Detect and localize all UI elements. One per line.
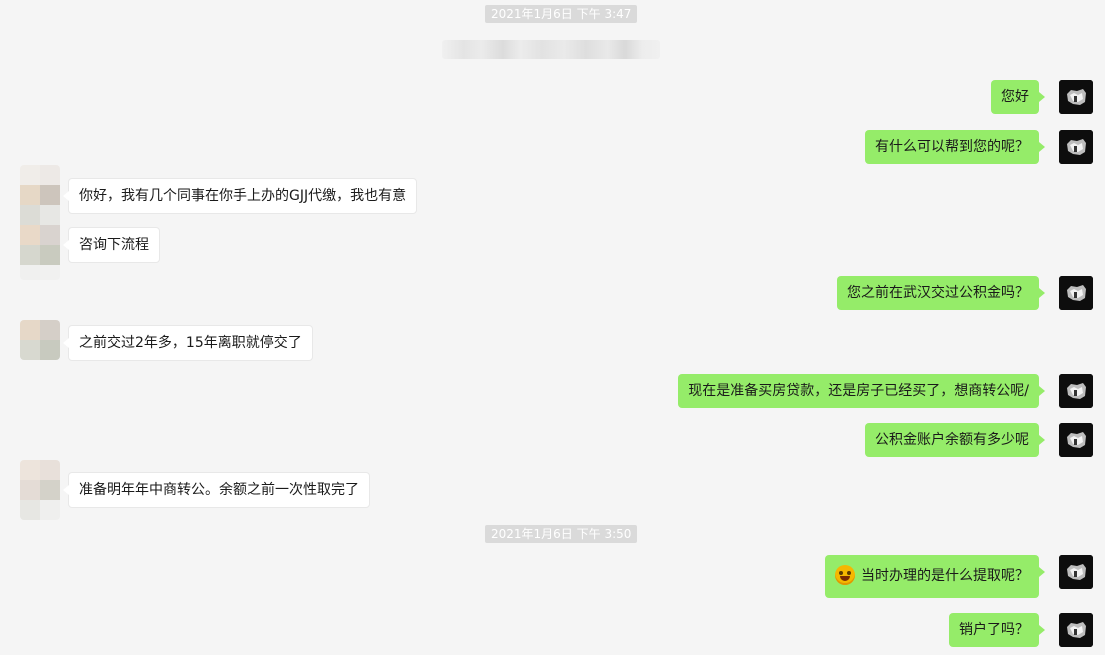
blurred-system-notice (442, 40, 660, 59)
message-bubble[interactable]: 你好，我有几个同事在你手上办的GJJ代缴，我也有意 (62, 178, 418, 214)
agent-avatar[interactable] (1059, 555, 1093, 589)
message-text: 当时办理的是什么提取呢？ (861, 568, 1029, 584)
chat-window: 2021年1月6日 下午 3:47 您好 有什么可以帮到您的呢？ 你好，我有几个… (0, 0, 1105, 655)
message-bubble[interactable]: 有什么可以帮到您的呢？ (865, 130, 1045, 164)
message-row-outgoing: 当时办理的是什么提取呢？ (93, 555, 1093, 598)
message-row-outgoing: 公积金账户余额有多少呢 (93, 423, 1093, 457)
message-bubble[interactable]: 公积金账户余额有多少呢 (865, 423, 1045, 457)
message-row-incoming: 咨询下流程 (20, 227, 620, 263)
message-bubble[interactable]: 您好 (991, 80, 1045, 114)
message-bubble[interactable]: 咨询下流程 (63, 227, 160, 263)
message-row-incoming: 之前交过2年多，15年离职就停交了 (20, 325, 620, 361)
message-bubble[interactable]: 现在是准备买房贷款，还是房子已经买了，想商转公呢/ (678, 374, 1045, 408)
message-bubble[interactable]: 之前交过2年多，15年离职就停交了 (63, 325, 313, 361)
message-row-outgoing: 您好 (93, 80, 1093, 114)
agent-avatar[interactable] (1059, 276, 1093, 310)
message-row-outgoing: 有什么可以帮到您的呢？ (93, 130, 1093, 164)
message-row-incoming: 你好，我有几个同事在你手上办的GJJ代缴，我也有意 (20, 178, 620, 214)
timestamp: 2021年1月6日 下午 3:50 (485, 525, 638, 543)
message-row-incoming: 准备明年年中商转公。余额之前一次性取完了 (20, 472, 620, 508)
agent-avatar[interactable] (1059, 374, 1093, 408)
agent-avatar[interactable] (1059, 80, 1093, 114)
message-bubble[interactable]: 当时办理的是什么提取呢？ (825, 555, 1045, 598)
agent-avatar[interactable] (1059, 423, 1093, 457)
message-row-outgoing: 您之前在武汉交过公积金吗？ (93, 276, 1093, 310)
message-bubble[interactable]: 销户了吗？ (949, 613, 1045, 647)
agent-avatar[interactable] (1059, 130, 1093, 164)
laughing-tears-emoji-icon (835, 565, 855, 585)
message-bubble[interactable]: 您之前在武汉交过公积金吗？ (837, 276, 1045, 310)
agent-avatar[interactable] (1059, 613, 1093, 647)
timestamp: 2021年1月6日 下午 3:47 (485, 5, 638, 23)
message-bubble[interactable]: 准备明年年中商转公。余额之前一次性取完了 (63, 472, 370, 508)
message-row-outgoing: 销户了吗？ (93, 613, 1093, 647)
message-row-outgoing: 现在是准备买房贷款，还是房子已经买了，想商转公呢/ (93, 374, 1093, 408)
